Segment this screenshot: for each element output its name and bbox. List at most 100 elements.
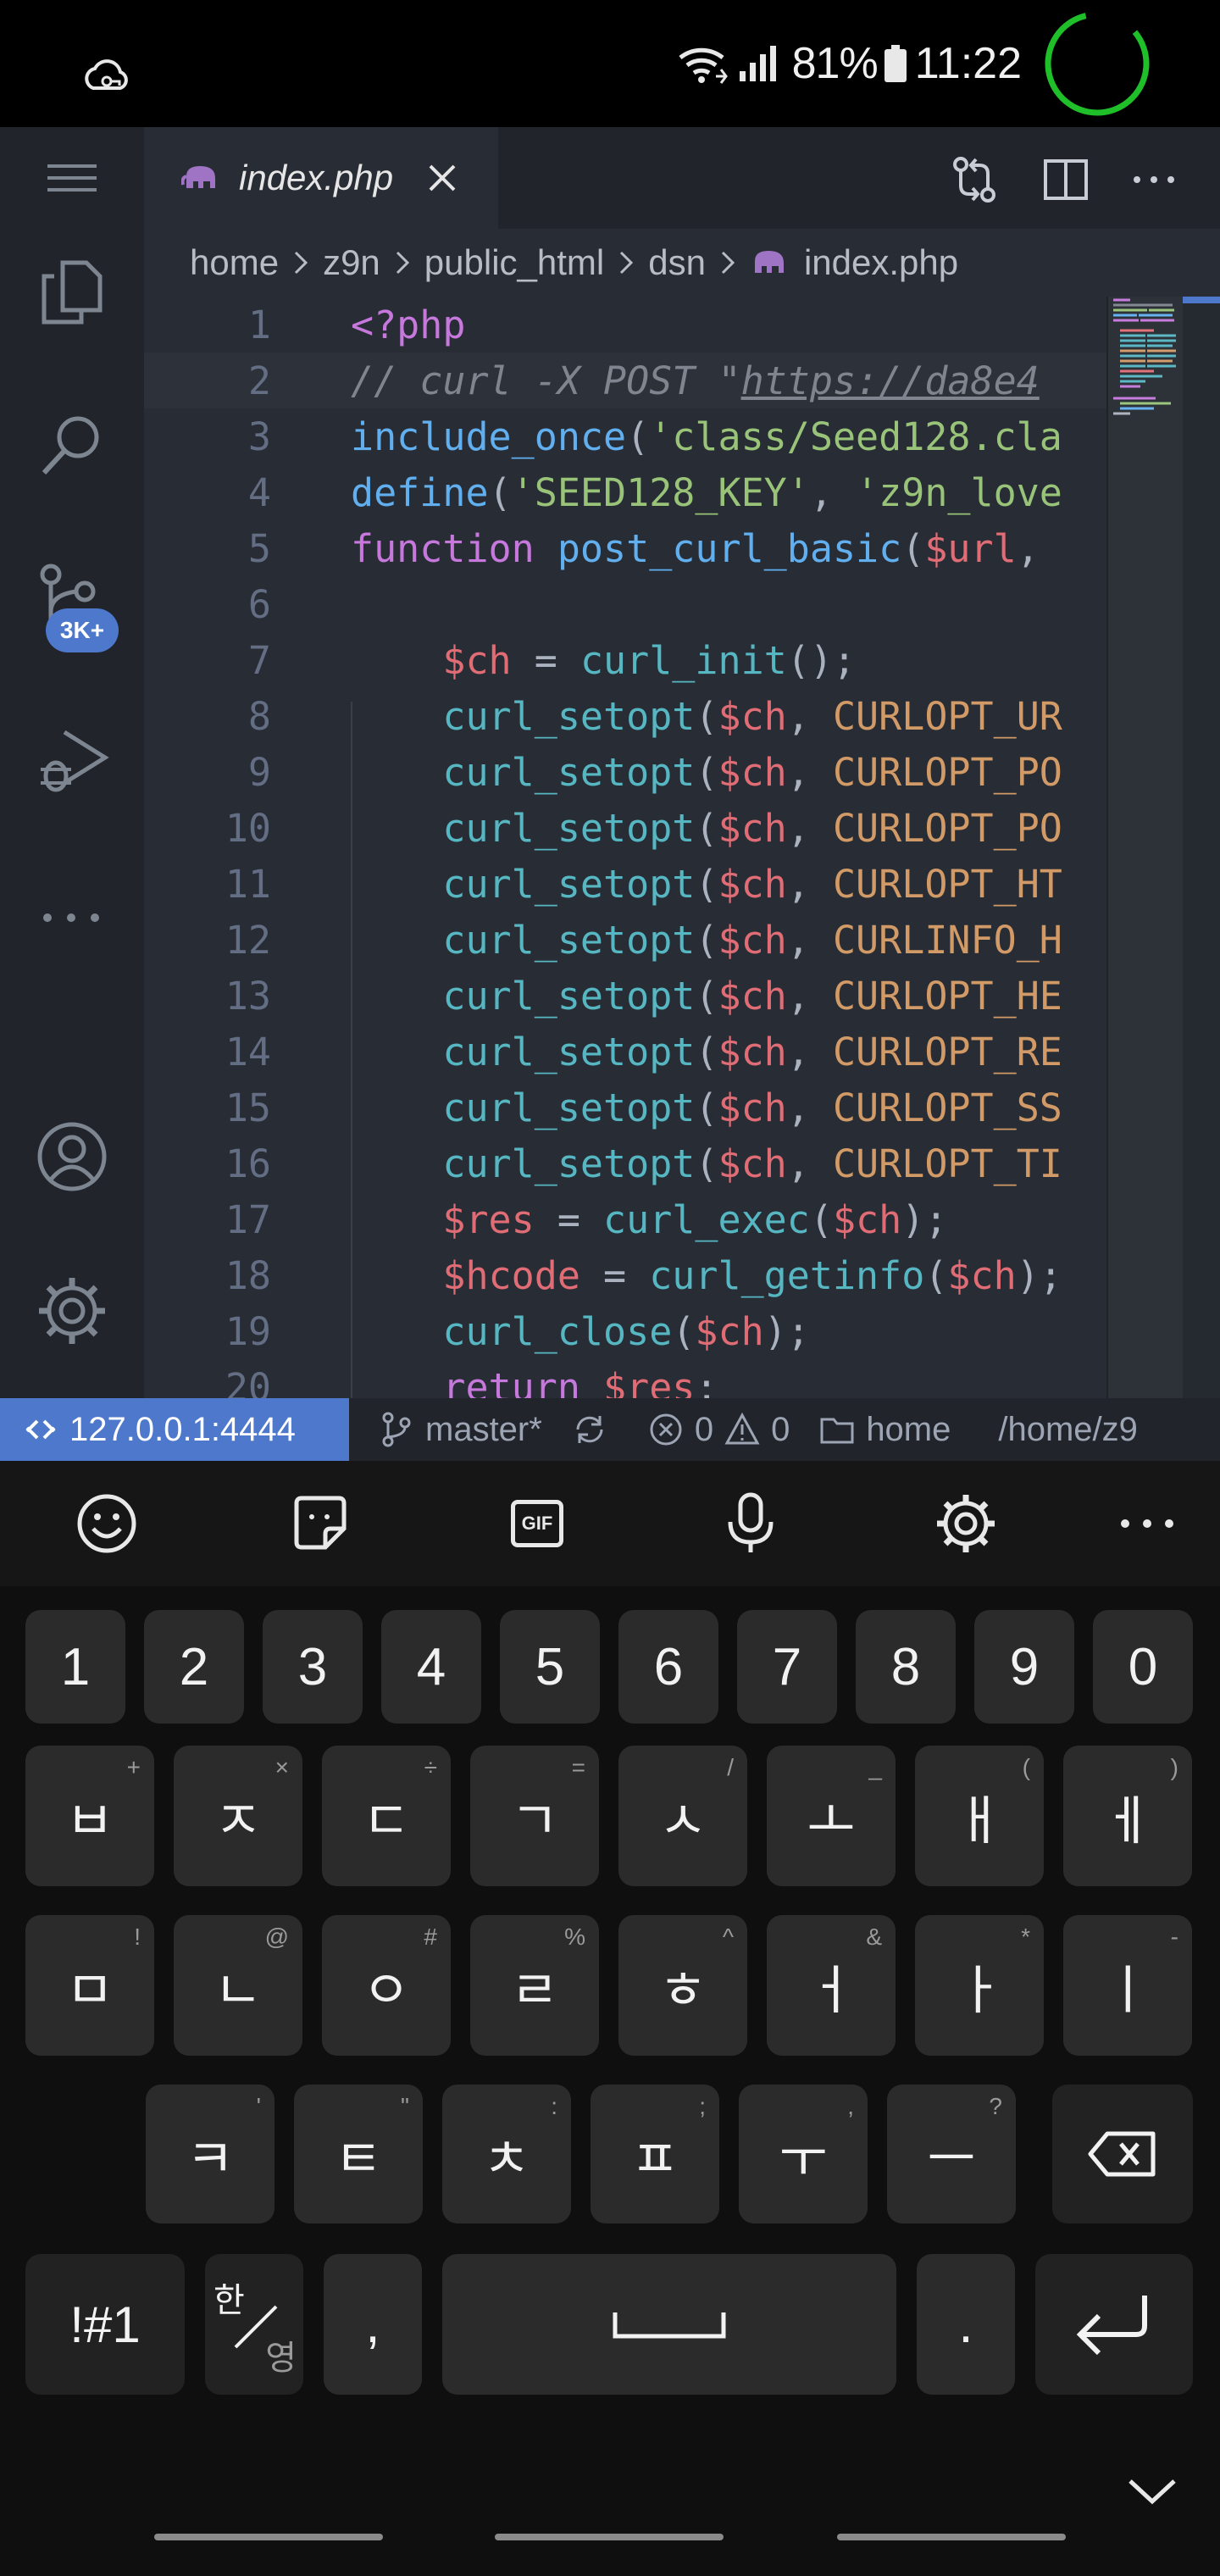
minimap[interactable]	[1106, 297, 1220, 1398]
breadcrumb-item-dsn[interactable]: dsn	[648, 242, 706, 283]
letter-key[interactable]: ㅗ _	[767, 1746, 896, 1886]
sync-icon	[576, 1416, 603, 1443]
letter-key[interactable]: ㅏ *	[915, 1915, 1044, 2056]
tab-index-php[interactable]: index.php	[144, 127, 498, 229]
language-toggle-key[interactable]: 한 영	[205, 2254, 303, 2395]
code-line: 18 $hcode = curl_getinfo($ch);	[144, 1247, 1106, 1303]
letter-key[interactable]: ㅐ(	[915, 1746, 1044, 1886]
backspace-key[interactable]	[1052, 2085, 1193, 2223]
folder-indicator[interactable]: home	[818, 1411, 951, 1449]
letter-key[interactable]: ㅁ!	[25, 1915, 154, 2056]
letter-key[interactable]: ㅅ /	[618, 1746, 747, 1886]
letter-key[interactable]: ㅍ;	[591, 2085, 719, 2223]
more-actions-icon[interactable]	[1128, 154, 1179, 205]
key-4[interactable]: 4	[381, 1610, 481, 1724]
account-icon[interactable]	[34, 1119, 110, 1195]
letter-key[interactable]: ㄹ%	[470, 1915, 599, 2056]
comma-key[interactable]: ,	[324, 2254, 422, 2395]
emoji-icon[interactable]	[75, 1491, 139, 1556]
letter-key[interactable]: ㅜ,	[739, 2085, 868, 2223]
keyboard-settings-icon[interactable]	[934, 1491, 998, 1556]
space-bar-icon	[613, 2312, 726, 2339]
sync-button[interactable]	[571, 1411, 618, 1448]
line-number: 11	[225, 861, 271, 907]
git-branch-icon	[382, 1412, 411, 1447]
explorer-icon[interactable]	[34, 254, 110, 330]
split-editor-icon[interactable]	[1040, 154, 1091, 205]
tab-label: index.php	[239, 158, 394, 197]
letter-key[interactable]: ㅡ?	[887, 2085, 1016, 2223]
letter-key[interactable]: ㅌ "	[294, 2085, 423, 2223]
code-line: 13 curl_setopt($ch, CURLOPT_HE	[144, 968, 1106, 1024]
letter-key[interactable]: ㄴ @	[174, 1915, 302, 2056]
line-number: 4	[247, 469, 271, 515]
system-status-bar: 81% 11:22	[0, 0, 1220, 127]
microphone-icon[interactable]	[718, 1491, 783, 1556]
code-line: 15 curl_setopt($ch, CURLOPT_SS	[144, 1080, 1106, 1135]
code-area[interactable]: 1 <?php 2 // curl -X POST "https://da8e4…	[144, 297, 1106, 1398]
sticker-icon[interactable]	[288, 1491, 352, 1556]
path-indicator[interactable]: /home/z9	[998, 1411, 1138, 1449]
letter-key[interactable]: ㅈ ×	[174, 1746, 302, 1886]
key-1[interactable]: 1	[25, 1610, 125, 1724]
letter-key[interactable]: ㅓ &	[767, 1915, 896, 2056]
warning-icon	[724, 1412, 760, 1445]
space-key[interactable]	[442, 2254, 896, 2395]
keyboard-more-icon[interactable]	[1115, 1491, 1179, 1556]
code-line-current: 2 // curl -X POST "https://da8e4	[144, 353, 1106, 408]
line-number: 20	[225, 1364, 271, 1399]
search-icon[interactable]	[34, 407, 110, 483]
problems-indicator[interactable]: 0 0	[647, 1411, 790, 1449]
gif-button[interactable]: GIF	[505, 1491, 569, 1556]
key-6[interactable]: 6	[618, 1610, 718, 1724]
run-debug-icon[interactable]	[34, 720, 110, 797]
code-line: 3 include_once('class/Seed128.cla	[144, 408, 1106, 464]
letter-key[interactable]: ㄱ =	[470, 1746, 599, 1886]
remote-connection-icon	[25, 1419, 56, 1440]
chevron-down-icon[interactable]	[1125, 2474, 1179, 2508]
symbols-key[interactable]: !#1	[25, 2254, 185, 2395]
code-line: 6	[144, 576, 1106, 632]
more-icon[interactable]	[34, 880, 110, 956]
code-line: 20 return $res;	[144, 1359, 1106, 1399]
letter-key[interactable]: ㅣ-	[1063, 1915, 1192, 2056]
letter-key[interactable]: ㅔ)	[1063, 1746, 1192, 1886]
key-3[interactable]: 3	[263, 1610, 363, 1724]
activity-bar: 3K+	[0, 127, 144, 1398]
breadcrumb-item-file[interactable]: index.php	[804, 242, 958, 283]
letter-key[interactable]: ㅇ #	[322, 1915, 451, 2056]
key-5[interactable]: 5	[500, 1610, 600, 1724]
code-line: 4 define('SEED128_KEY', 'z9n_love	[144, 464, 1106, 520]
close-icon[interactable]	[425, 161, 459, 195]
gif-icon: GIF	[511, 1500, 563, 1547]
breadcrumb-item-z9n[interactable]: z9n	[323, 242, 380, 283]
breadcrumb-item-home[interactable]: home	[190, 242, 279, 283]
settings-icon[interactable]	[34, 1273, 110, 1349]
branch-indicator[interactable]: master*	[378, 1411, 542, 1449]
nav-recents-handle[interactable]	[154, 2534, 383, 2540]
branch-name: master*	[425, 1410, 542, 1448]
nav-home-handle[interactable]	[495, 2534, 724, 2540]
key-0[interactable]: 0	[1093, 1610, 1193, 1724]
folder-icon	[820, 1418, 854, 1444]
line-number: 17	[225, 1196, 271, 1242]
key-9[interactable]: 9	[974, 1610, 1074, 1724]
letter-key[interactable]: ㅂ +	[25, 1746, 154, 1886]
key-8[interactable]: 8	[856, 1610, 956, 1724]
remote-indicator[interactable]: 127.0.0.1:4444	[0, 1398, 349, 1461]
letter-key[interactable]: ㄷ ÷	[322, 1746, 451, 1886]
letter-key[interactable]: ㅋ '	[146, 2085, 274, 2223]
key-2[interactable]: 2	[144, 1610, 244, 1724]
on-screen-keyboard: GIF 1234567890 ㅂ + ㅈ × ㄷ ÷ ㄱ = ㅅ / ㅗ _ ㅐ(ㅔ) ㅁ! ㄴ @ ㅇ # ㄹ%…	[0, 1461, 1220, 2576]
menu-icon[interactable]	[34, 139, 110, 215]
nav-back-handle[interactable]	[837, 2534, 1066, 2540]
key-7[interactable]: 7	[737, 1610, 837, 1724]
minimap-slider[interactable]	[1108, 297, 1183, 1398]
letter-key[interactable]: ㅎ ^	[618, 1915, 747, 2056]
letter-key[interactable]: ㅊ:	[442, 2085, 571, 2223]
enter-key[interactable]	[1035, 2254, 1193, 2395]
compare-changes-icon[interactable]	[949, 154, 1000, 205]
code-line: 14 curl_setopt($ch, CURLOPT_RE	[144, 1024, 1106, 1080]
breadcrumb-item-public-html[interactable]: public_html	[424, 242, 604, 283]
period-key[interactable]: .	[917, 2254, 1015, 2395]
